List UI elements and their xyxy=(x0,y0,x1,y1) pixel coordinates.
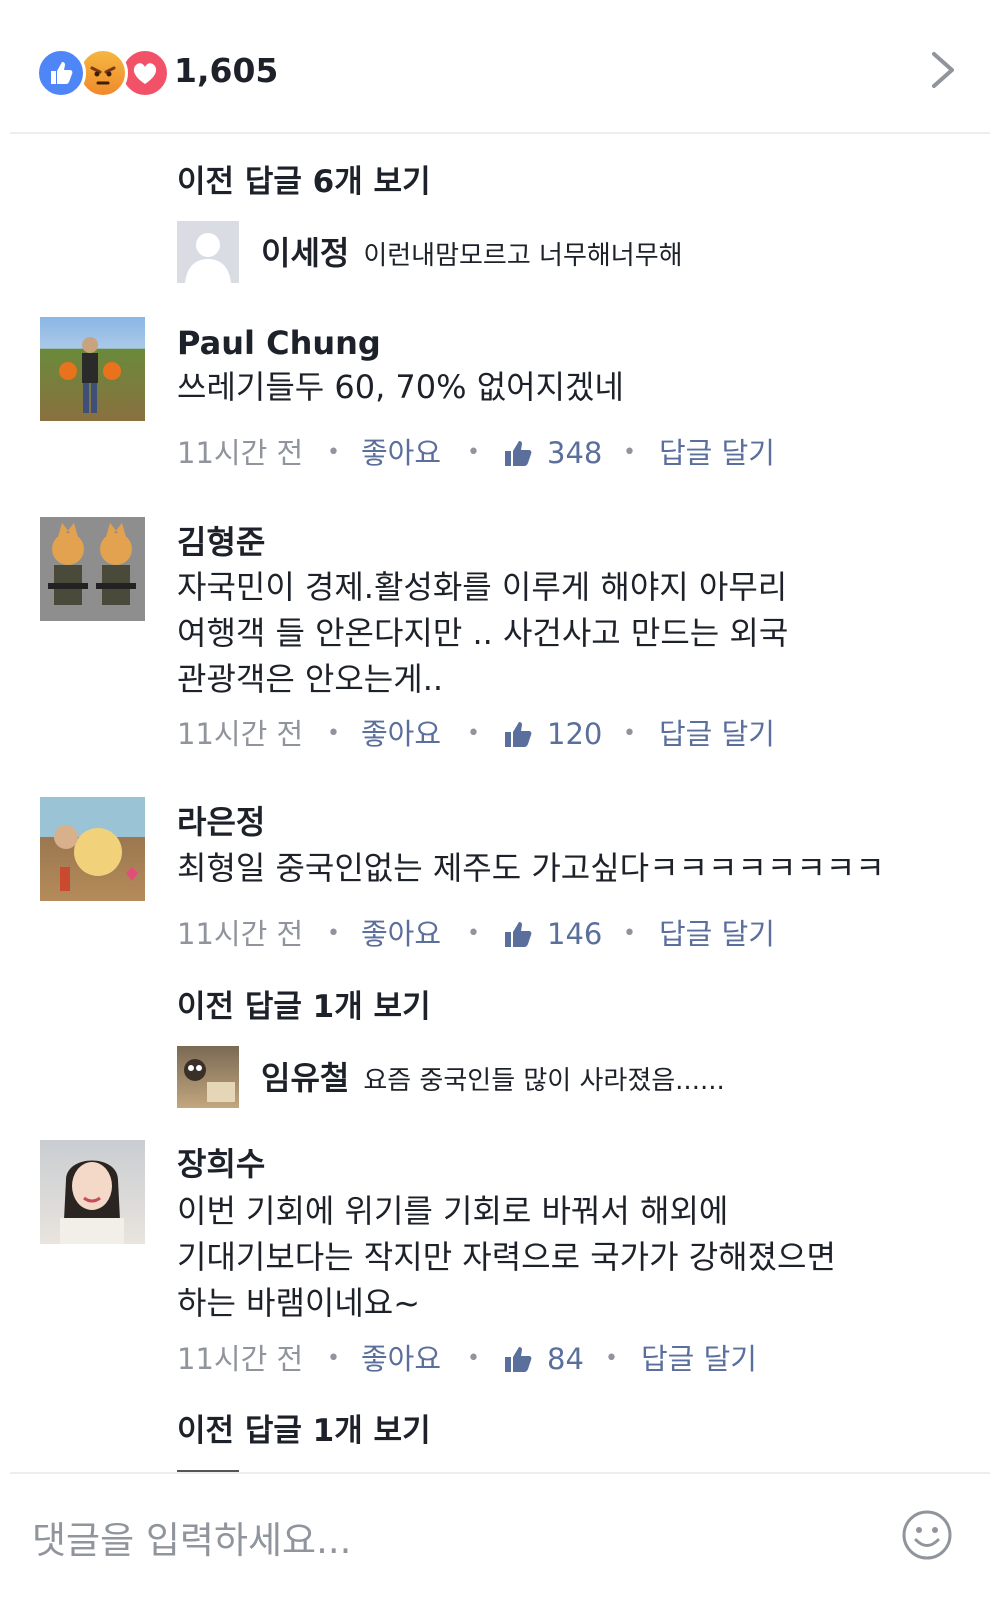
view-previous-replies-link[interactable]: 이전 답글 6개 보기 xyxy=(177,162,431,202)
comment-actions: 11시간 전 • 좋아요 • 348 • 답글 달기 xyxy=(177,431,777,475)
reply-item: 이세정 이런내맘모르고 너무해너무해 xyxy=(261,231,683,281)
avatar[interactable] xyxy=(40,517,145,621)
comment-text-line: 자국민이 경제.활성화를 이루게 해야지 아무리 xyxy=(177,568,788,606)
comment-text-line: 하는 바램이네요~ xyxy=(177,1284,421,1322)
thumbs-up-icon xyxy=(505,441,532,466)
like-button[interactable]: 좋아요 xyxy=(361,431,441,475)
separator-dot: • xyxy=(467,921,480,946)
comment-input[interactable] xyxy=(32,1512,832,1568)
avatar[interactable] xyxy=(177,1046,239,1108)
reply-button[interactable]: 답글 달기 xyxy=(659,912,775,956)
avatar[interactable] xyxy=(40,797,145,901)
comment-author-name[interactable]: Paul Chung xyxy=(177,323,381,363)
like-button[interactable]: 좋아요 xyxy=(361,1337,441,1381)
reply-button[interactable]: 답글 달기 xyxy=(641,1337,757,1381)
separator-dot: • xyxy=(467,721,480,746)
comment-timestamp: 11시간 전 xyxy=(177,917,304,951)
comment-text-line: 이번 기회에 위기를 기회로 바꿔서 해외에 xyxy=(177,1192,729,1230)
separator-dot: • xyxy=(327,1346,340,1371)
header-divider xyxy=(10,132,990,134)
reaction-count[interactable]: 1,605 xyxy=(174,48,278,94)
comment-actions: 11시간 전 • 좋아요 • 120 • 답글 달기 xyxy=(177,712,777,756)
comment-timestamp: 11시간 전 xyxy=(177,1342,304,1376)
like-button[interactable]: 좋아요 xyxy=(361,912,441,956)
comment-actions: 11시간 전 • 좋아요 • 146 • 답글 달기 xyxy=(177,912,777,956)
separator-dot: • xyxy=(623,440,636,465)
like-count[interactable]: 146 xyxy=(547,912,602,956)
separator-dot: • xyxy=(327,440,340,465)
chevron-right-icon[interactable] xyxy=(920,48,964,92)
reply-author-name[interactable]: 임유철 xyxy=(261,1059,349,1097)
like-reaction-icon xyxy=(36,48,86,98)
separator-dot: • xyxy=(623,921,636,946)
reply-text: 이런내맘모르고 너무해너무해 xyxy=(363,241,683,271)
view-previous-replies-link[interactable]: 이전 답글 1개 보기 xyxy=(177,1411,431,1451)
comment-author-name[interactable]: 김형준 xyxy=(177,522,265,562)
comment-text-line: 기대기보다는 작지만 자력으로 국가가 강해졌으면 xyxy=(177,1238,836,1276)
reply-item: 임유철 요즘 중국인들 많이 사라졌음...... xyxy=(261,1056,725,1106)
thumbs-up-icon xyxy=(505,922,532,947)
like-count[interactable]: 120 xyxy=(547,712,602,756)
reply-button[interactable]: 답글 달기 xyxy=(659,431,775,475)
reply-button[interactable]: 답글 달기 xyxy=(659,712,775,756)
reply-author-name[interactable]: 이세정 xyxy=(261,234,349,272)
separator-dot: • xyxy=(605,1346,618,1371)
comment-text-line: 최형일 중국인없는 제주도 가고싶다ㅋㅋㅋㅋㅋㅋㅋㅋ xyxy=(177,849,885,887)
comment-author-name[interactable]: 라은정 xyxy=(177,802,265,842)
avatar[interactable] xyxy=(177,221,239,283)
reactions-bar[interactable]: 1,605 xyxy=(0,0,1000,133)
separator-dot: • xyxy=(467,1346,480,1371)
separator-dot: • xyxy=(467,440,480,465)
emoji-icon[interactable] xyxy=(901,1509,953,1561)
avatar[interactable] xyxy=(40,317,145,421)
comment-text-line: 관광객은 안오는게.. xyxy=(177,660,444,698)
view-previous-replies-link[interactable]: 이전 답글 1개 보기 xyxy=(177,987,431,1027)
like-button[interactable]: 좋아요 xyxy=(361,712,441,756)
separator-dot: • xyxy=(623,721,636,746)
thumbs-up-icon xyxy=(505,1347,532,1372)
comment-author-name[interactable]: 장희수 xyxy=(177,1144,265,1184)
separator-dot: • xyxy=(327,921,340,946)
avatar[interactable] xyxy=(40,1140,145,1244)
comment-timestamp: 11시간 전 xyxy=(177,717,304,751)
like-count[interactable]: 348 xyxy=(547,431,602,475)
thumbs-up-icon xyxy=(505,722,532,747)
comment-text-line: 쓰레기들두 60, 70% 없어지겠네 xyxy=(177,368,624,406)
comment-actions: 11시간 전 • 좋아요 • 84 • 답글 달기 xyxy=(177,1337,777,1381)
like-count[interactable]: 84 xyxy=(547,1337,584,1381)
reply-text: 요즘 중국인들 많이 사라졌음...... xyxy=(363,1066,725,1096)
comment-text-line: 여행객 들 안온다지만 .. 사건사고 만드는 외국 xyxy=(177,614,789,652)
comment-timestamp: 11시간 전 xyxy=(177,436,304,470)
separator-dot: • xyxy=(327,721,340,746)
